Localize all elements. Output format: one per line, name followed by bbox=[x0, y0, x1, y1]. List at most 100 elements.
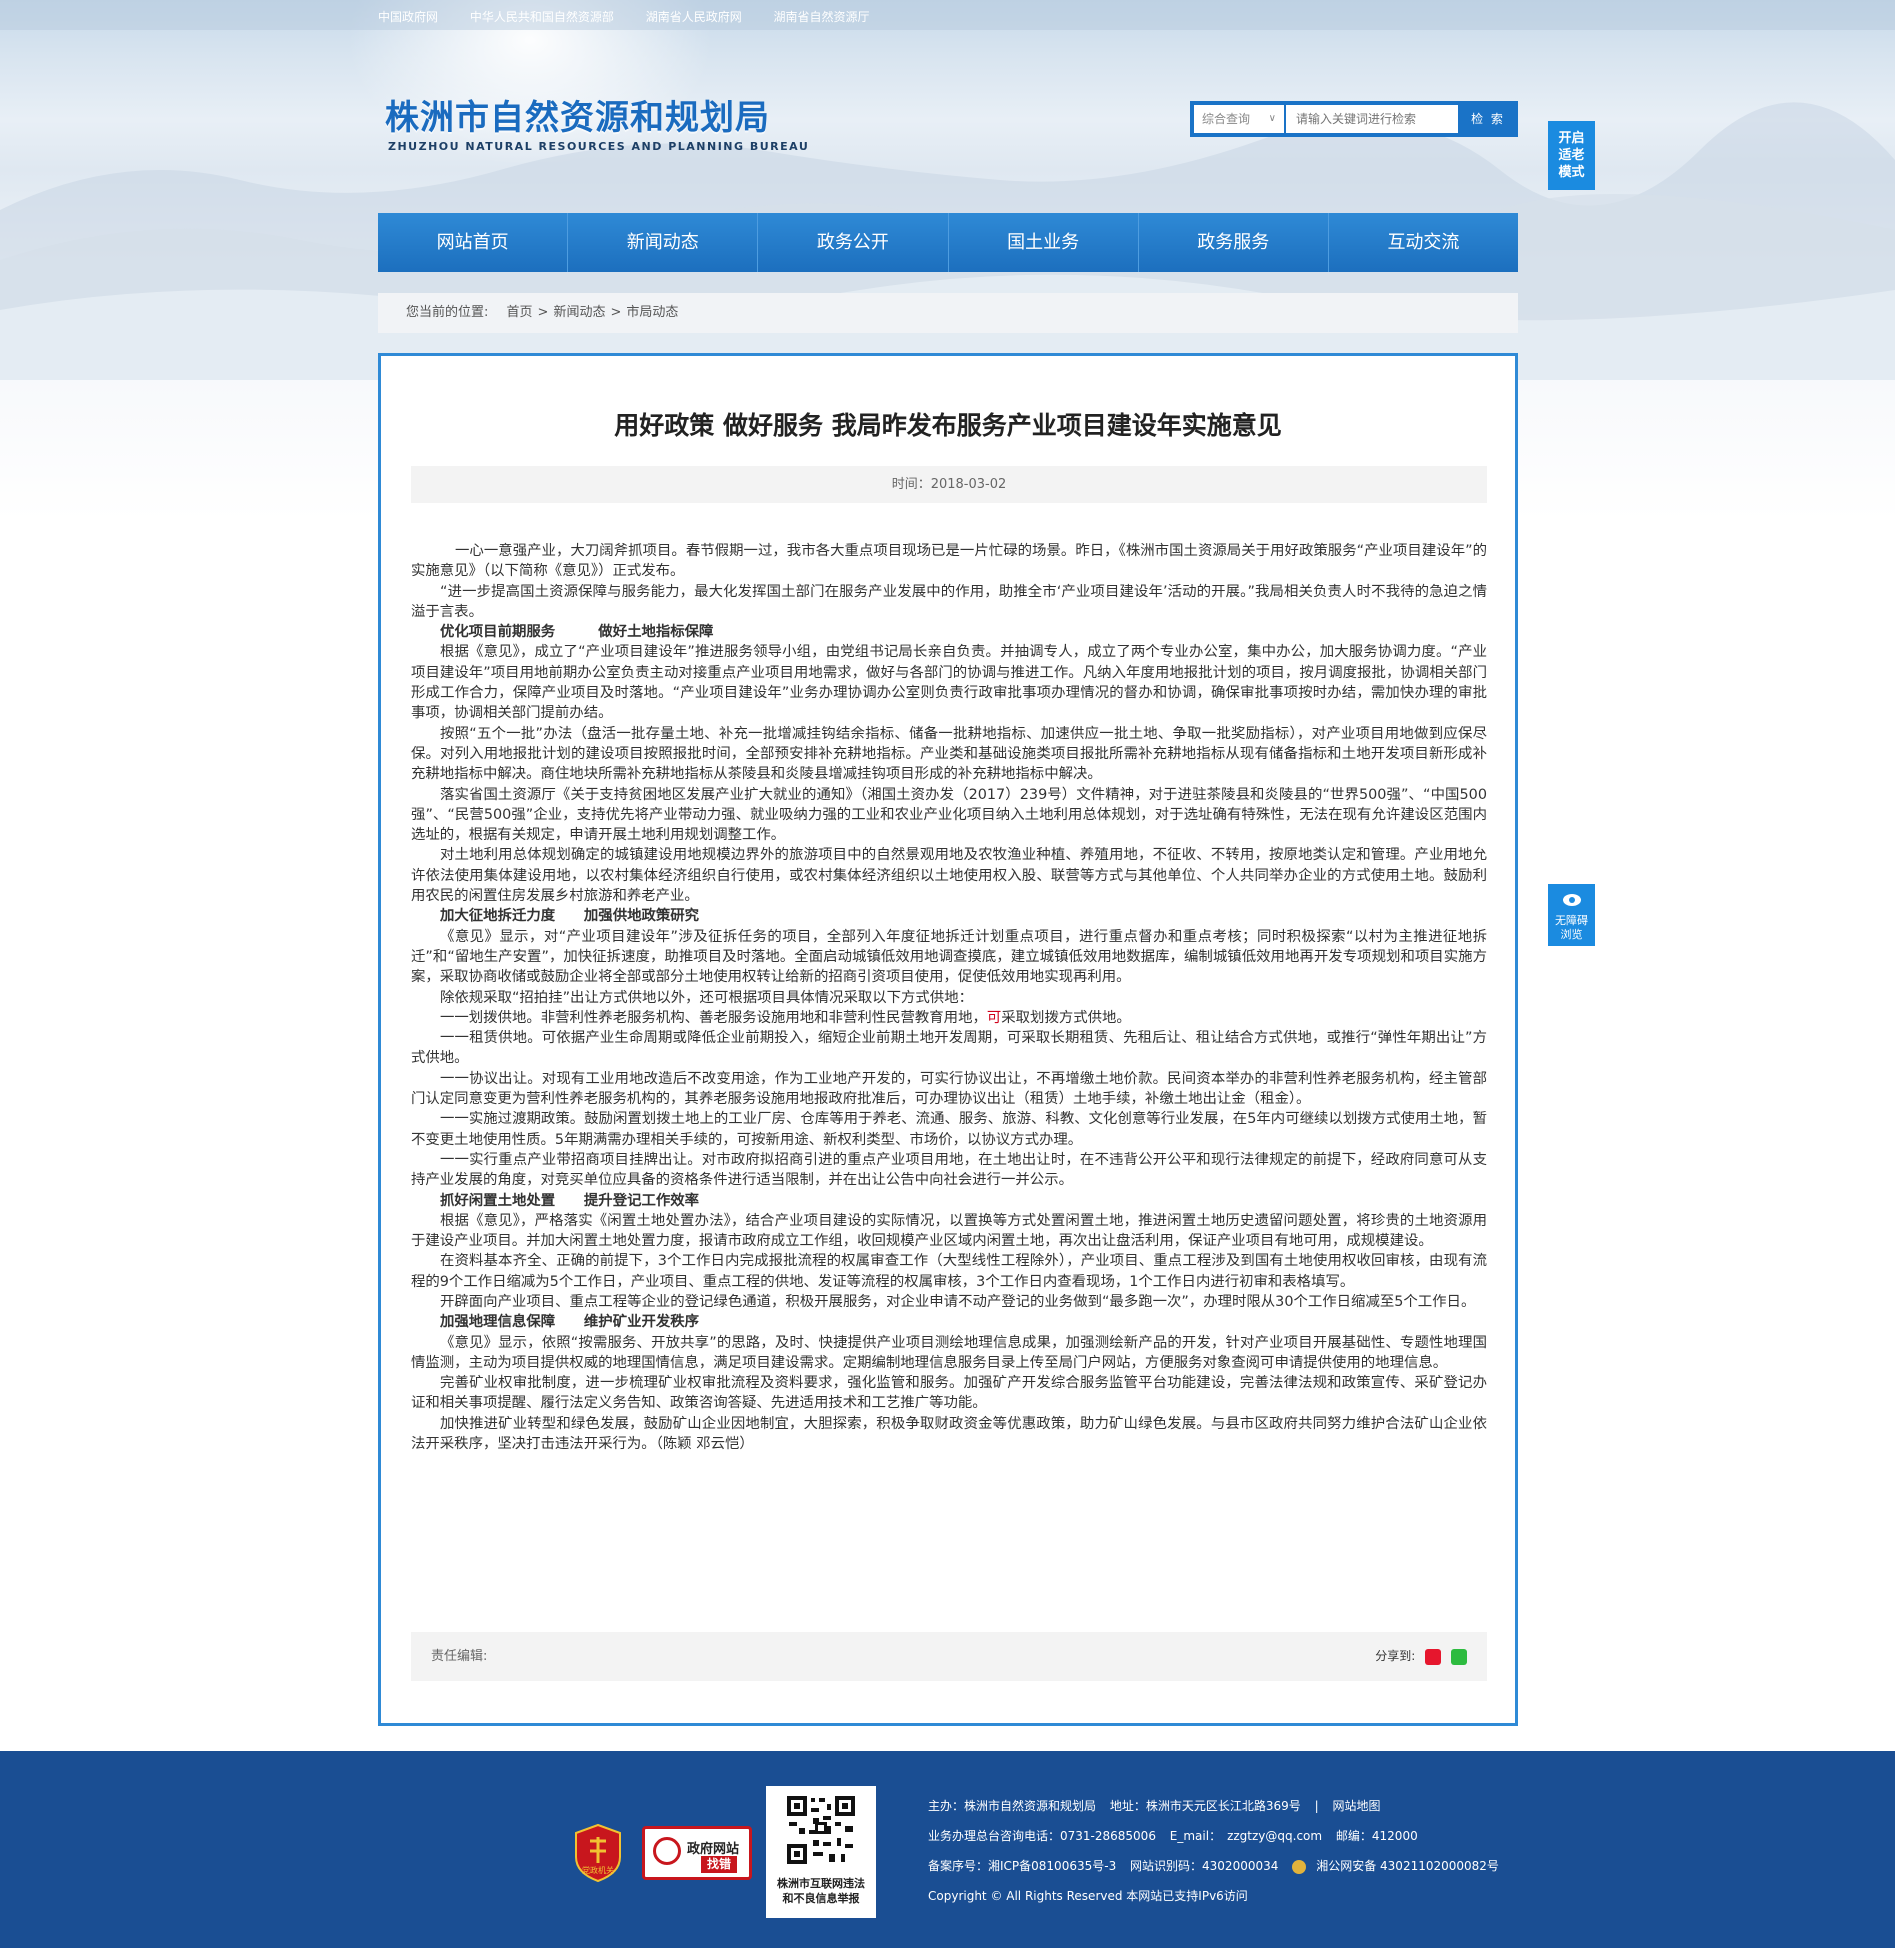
paragraph-text: 一一划拨供地。非营利性养老服务机构、善老服务设施用地和非营利性民营教育用地， bbox=[440, 1009, 987, 1026]
responsible-editor: 责任编辑: bbox=[431, 1649, 488, 1664]
eye-icon bbox=[1563, 894, 1581, 906]
breadcrumb-link[interactable]: 新闻动态 bbox=[553, 305, 605, 320]
article-paragraph: 加快推进矿业转型和绿色发展，鼓励矿山企业因地制宜，大胆探索，积极争取财政资金等优… bbox=[411, 1415, 1487, 1453]
breadcrumb-link[interactable]: 首页 bbox=[507, 305, 533, 320]
breadcrumb-separator: > bbox=[537, 305, 549, 320]
breadcrumb: 您当前的位置: 首页 > 新闻动态 > 市局动态 bbox=[378, 293, 1518, 333]
elder-mode-label: 模式 bbox=[1558, 165, 1585, 180]
elder-mode-button[interactable]: 开启 适老 模式 bbox=[1548, 121, 1595, 190]
article-paragraph: 根据《意见》，成立了“产业项目建设年”推进服务领导小组，由党组书记局长亲自负责。… bbox=[411, 644, 1487, 722]
footer-email: E_mail： zzgtzy@qq.com bbox=[1169, 1829, 1323, 1843]
article-section-heading: 加强地理信息保障 维护矿业开发秩序 bbox=[440, 1313, 700, 1331]
share-label: 分享到: bbox=[1375, 1649, 1416, 1663]
search-category-label: 综合查询 bbox=[1202, 112, 1251, 126]
site-footer: 党政机关 政府网站 找错 株洲市互联网违法 和不良信息举报 主办：株洲市自然资源… bbox=[0, 1751, 1895, 1948]
article-section-heading: 抓好闲置土地处置 提升登记工作效率 bbox=[440, 1191, 700, 1209]
gov-website-error-report-badge[interactable]: 政府网站 找错 bbox=[642, 1826, 752, 1880]
paragraph-text: 采取划拨方式供地。 bbox=[1001, 1009, 1131, 1026]
top-link[interactable]: 中华人民共和国自然资源部 bbox=[470, 10, 614, 24]
article-paragraph: 完善矿业权审批制度，进一步梳理矿业权审批流程及资料要求，强化监管和服务。加强矿产… bbox=[411, 1375, 1487, 1412]
footer-separator: | bbox=[1314, 1799, 1319, 1813]
footer-icp[interactable]: 备案序号：湘ICP备08100635号-3 bbox=[928, 1859, 1116, 1873]
article-paragraph: 一一划拨供地。非营利性养老服务机构、善老服务设施用地和非营利性民营教育用地，可采… bbox=[411, 1008, 1487, 1028]
top-link[interactable]: 湖南省自然资源厅 bbox=[774, 10, 870, 24]
article-paragraph: 除依规采取“招拍挂”出让方式供地以外，还可根据项目具体情况采取以下方式供地： bbox=[440, 989, 973, 1006]
qr-code-icon bbox=[785, 1794, 857, 1866]
footer-site-code: 网站识别码：4302000034 bbox=[1130, 1859, 1279, 1873]
elder-mode-label: 适老 bbox=[1558, 148, 1585, 163]
qr-caption: 株洲市互联网违法 和不良信息举报 bbox=[766, 1876, 876, 1906]
breadcrumb-label: 您当前的位置: bbox=[406, 305, 489, 320]
article-section-heading: 加大征地拆迁力度 加强供地政策研究 bbox=[440, 907, 700, 925]
footer-public-security[interactable]: 湘公网安备 43021102000082号 bbox=[1316, 1859, 1499, 1873]
search-bar: 综合查询 ∨ 检 索 bbox=[1190, 101, 1518, 137]
weibo-share-icon[interactable] bbox=[1425, 1648, 1442, 1665]
top-link[interactable]: 中国政府网 bbox=[378, 10, 438, 24]
article-meta: 时间：2018-03-02 bbox=[411, 466, 1487, 503]
nav-item-government-services[interactable]: 政务服务 bbox=[1139, 213, 1329, 272]
article-section-heading: 优化项目前期服务 做好土地指标保障 bbox=[440, 623, 714, 641]
breadcrumb-link[interactable]: 市局动态 bbox=[626, 305, 678, 320]
site-logo-title[interactable]: 株洲市自然资源和规划局 bbox=[385, 90, 770, 139]
chevron-down-icon: ∨ bbox=[1268, 113, 1276, 124]
accessibility-label: 浏览 bbox=[1560, 928, 1583, 941]
article-paragraph: 在资料基本齐全、正确的前提下，3个工作日内完成报批流程的权属审查工作（大型线性工… bbox=[411, 1253, 1487, 1290]
report-qr-code[interactable]: 株洲市互联网违法 和不良信息举报 bbox=[766, 1786, 876, 1918]
wechat-share-icon[interactable] bbox=[1451, 1648, 1467, 1665]
top-link[interactable]: 湖南省人民政府网 bbox=[646, 10, 742, 24]
search-category-select[interactable]: 综合查询 ∨ bbox=[1194, 105, 1284, 133]
qr-caption-line: 和不良信息举报 bbox=[782, 1892, 860, 1905]
share-area: 分享到: bbox=[1375, 1632, 1467, 1681]
article-paragraph: 一心一意强产业，大刀阔斧抓项目。春节假期一过，我市各大重点项目现场已是一片忙碌的… bbox=[411, 543, 1487, 580]
nav-item-interaction[interactable]: 互动交流 bbox=[1329, 213, 1518, 272]
main-nav: 网站首页 新闻动态 政务公开 国土业务 政务服务 互动交流 bbox=[378, 213, 1518, 272]
footer-info: 主办：株洲市自然资源和规划局 地址：株洲市天元区长江北路369号 | 网站地图 … bbox=[928, 1791, 1509, 1911]
highlighted-text: 可 bbox=[986, 1009, 1002, 1026]
footer-sponsor: 主办：株洲市自然资源和规划局 bbox=[928, 1799, 1097, 1813]
top-links: 中国政府网 中华人民共和国自然资源部 湖南省人民政府网 湖南省自然资源厅 bbox=[378, 8, 898, 25]
article-title: 用好政策 做好服务 我局昨发布服务产业项目建设年实施意见 bbox=[614, 411, 1282, 440]
nav-item-home[interactable]: 网站首页 bbox=[378, 213, 569, 272]
badge2-subtitle: 找错 bbox=[701, 1856, 738, 1873]
article-paragraph: “进一步提高国土资源保障与服务能力，最大化发挥国土部门在服务产业发展中的作用，助… bbox=[411, 583, 1487, 620]
article-paragraph: 一一协议出让。对现有工业用地改造后不改变用途，作为工业地产开发的，可实行协议出让… bbox=[411, 1070, 1487, 1108]
footer-address: 地址：株洲市天元区长江北路369号 bbox=[1109, 1799, 1301, 1813]
search-input[interactable] bbox=[1286, 105, 1458, 133]
footer-copyright: Copyright © All Rights Reserved 本网站已支持IP… bbox=[928, 1889, 1248, 1903]
footer-row-registration: 备案序号：湘ICP备08100635号-3 网站识别码：4302000034 湘… bbox=[928, 1851, 1509, 1881]
nav-item-public-affairs[interactable]: 政务公开 bbox=[758, 213, 949, 272]
footer-sitemap-link[interactable]: 网站地图 bbox=[1332, 1799, 1380, 1813]
badge2-title: 政府网站 bbox=[687, 1842, 740, 1857]
site-logo-subtitle: ZHUZHOU NATURAL RESOURCES AND PLANNING B… bbox=[388, 140, 810, 153]
article-paragraph: 一一租赁供地。可依据产业生命周期或降低企业前期投入，缩短企业前期土地开发周期，可… bbox=[411, 1030, 1487, 1067]
article-paragraph: 按照“五个一批”办法（盘活一批存量土地、补充一批增减挂钩结余指标、储备一批耕地指… bbox=[411, 725, 1487, 783]
magnifier-icon bbox=[653, 1837, 681, 1865]
breadcrumb-separator: > bbox=[610, 305, 622, 320]
nav-item-land-business[interactable]: 国土业务 bbox=[949, 213, 1139, 272]
article-paragraph: 一一实行重点产业带招商项目挂牌出让。对市政府拟招商引进的重点产业项目用地，在土地… bbox=[411, 1151, 1487, 1189]
article-footer-bar: 责任编辑: 分享到: bbox=[411, 1632, 1487, 1681]
party-government-badge-icon[interactable]: 党政机关 bbox=[572, 1823, 624, 1883]
article-paragraph: 一一实施过渡期政策。鼓励闲置划拨土地上的工业厂房、仓库等用于养老、流通、服务、旅… bbox=[411, 1111, 1487, 1148]
footer-postcode: 邮编：412000 bbox=[1335, 1829, 1418, 1843]
article-paragraph: 对土地利用总体规划确定的城镇建设用地规模边界外的旅游项目中的自然景观用地及农牧渔… bbox=[411, 847, 1487, 905]
nav-item-news[interactable]: 新闻动态 bbox=[568, 213, 759, 272]
footer-phone: 业务办理总台咨询电话：0731-28685006 bbox=[928, 1829, 1156, 1843]
footer-row-contact: 业务办理总台咨询电话：0731-28685006 E_mail： zzgtzy@… bbox=[928, 1821, 1509, 1851]
footer-row-sponsor: 主办：株洲市自然资源和规划局 地址：株洲市天元区长江北路369号 | 网站地图 bbox=[928, 1791, 1509, 1821]
article-body: 一心一意强产业，大刀阔斧抓项目。春节假期一过，我市各大重点项目现场已是一片忙碌的… bbox=[411, 541, 1487, 1454]
article-container: 用好政策 做好服务 我局昨发布服务产业项目建设年实施意见 时间：2018-03-… bbox=[378, 353, 1518, 1726]
article-paragraph: 开辟面向产业项目、重点工程等企业的登记绿色通道，积极开展服务，对企业申请不动产登… bbox=[440, 1293, 1476, 1310]
accessibility-button[interactable]: 无障碍 浏览 bbox=[1548, 884, 1595, 946]
accessibility-label: 无障碍 bbox=[1555, 914, 1588, 927]
elder-mode-label: 开启 bbox=[1558, 131, 1585, 146]
badge1-label: 党政机关 bbox=[582, 1865, 614, 1875]
top-link-bar bbox=[0, 0, 1895, 30]
footer-row-copyright: Copyright © All Rights Reserved 本网站已支持IP… bbox=[928, 1881, 1509, 1911]
qr-caption-line: 株洲市互联网违法 bbox=[777, 1877, 865, 1890]
police-badge-icon bbox=[1292, 1859, 1307, 1874]
article-paragraph: 《意见》显示，依照“按需服务、开放共享”的思路，及时、快捷提供产业项目测绘地理信… bbox=[411, 1334, 1487, 1371]
search-button[interactable]: 检 索 bbox=[1459, 102, 1517, 136]
article-paragraph: 根据《意见》，严格落实《闲置土地处置办法》，结合产业项目建设的实际情况，以置换等… bbox=[411, 1212, 1487, 1250]
article-paragraph: 《意见》显示，对“产业项目建设年”涉及征拆任务的项目，全部列入年度征地拆迁计划重… bbox=[411, 928, 1487, 986]
